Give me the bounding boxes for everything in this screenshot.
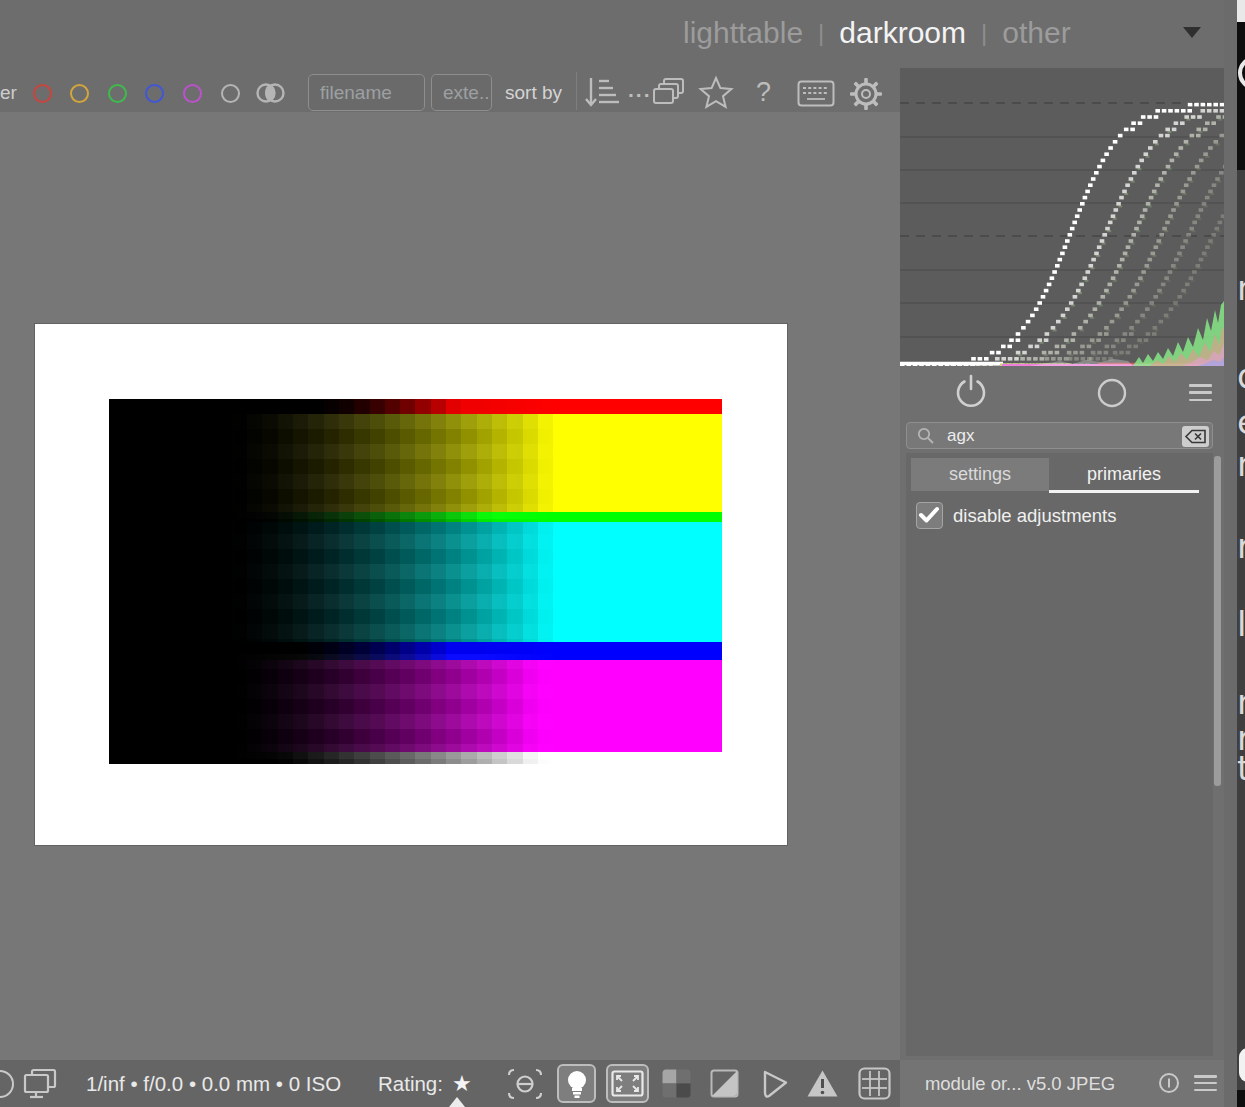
rating-label: Rating: <box>378 1072 443 1096</box>
rating-star-icon[interactable]: ★ <box>452 1071 472 1096</box>
bottom-bar-right: module or... v5.0 JPEG <box>900 1060 1224 1107</box>
bottom-menu-icon[interactable] <box>1194 1075 1217 1091</box>
lightbulb-icon <box>565 1069 589 1099</box>
filename-placeholder: filename <box>320 82 392 104</box>
views-dropdown-icon[interactable] <box>1183 27 1201 38</box>
star-overlay-icon[interactable] <box>698 75 734 111</box>
color-label-blue[interactable] <box>145 84 164 103</box>
panel-edge-column <box>1224 0 1237 1107</box>
checkmark-icon <box>917 503 941 527</box>
disable-adjustments-label: disable adjustments <box>953 505 1117 527</box>
edge-black-top <box>1237 22 1245 170</box>
cut-circle-icon <box>0 1070 14 1098</box>
chart-band-grayscale <box>109 752 722 764</box>
view-darkroom[interactable]: darkroom <box>839 16 966 50</box>
chart-band-green <box>109 512 722 522</box>
edge-letter-fragment: n <box>1237 682 1245 722</box>
test-chart <box>109 399 722 764</box>
color-label-purple[interactable] <box>183 84 202 103</box>
tab-primaries-label: primaries <box>1087 464 1161 485</box>
shortcuts-keyboard-icon[interactable] <box>797 80 835 107</box>
edge-blob <box>1239 1048 1245 1082</box>
overexposed-icon[interactable] <box>710 1069 739 1098</box>
module-search-box[interactable]: agx <box>906 422 1213 449</box>
search-value: agx <box>947 426 974 446</box>
iso12646-button[interactable] <box>557 1064 596 1103</box>
bottom-bar: 1/inf • f/0.0 • 0.0 mm • 0 ISO Rating: ★ <box>0 1060 1245 1107</box>
clear-search-button[interactable] <box>1182 426 1209 447</box>
edge-letter-fragment: r <box>1237 526 1245 566</box>
tab-primaries[interactable]: primaries <box>1049 458 1199 491</box>
second-window-icon[interactable] <box>22 1068 58 1100</box>
color-label-yellow[interactable] <box>70 84 89 103</box>
image-canvas[interactable] <box>35 324 787 845</box>
fit-to-screen-button[interactable] <box>606 1064 649 1103</box>
histogram-scope[interactable] <box>900 68 1224 366</box>
view-separator: | <box>981 19 987 47</box>
edge-letter-fragment: l <box>1237 604 1245 644</box>
view-lighttable[interactable]: lighttable <box>683 16 803 50</box>
preferences-gear-icon[interactable] <box>848 76 884 112</box>
power-icon[interactable] <box>952 373 990 411</box>
focus-peaking-icon[interactable] <box>506 1067 544 1101</box>
info-icon[interactable] <box>1158 1072 1180 1094</box>
tab-settings[interactable]: settings <box>911 458 1049 491</box>
toolbar-separator <box>576 72 577 110</box>
overflow-ellipsis-icon[interactable]: ... <box>628 78 652 102</box>
view-switcher: lighttable | darkroom | other <box>683 0 1071 66</box>
filename-filter-input[interactable]: filename <box>308 74 425 111</box>
exif-info: 1/inf • f/0.0 • 0.0 mm • 0 ISO <box>86 1060 341 1107</box>
zoom-fit-icon <box>611 1070 644 1097</box>
panel-scrollbar[interactable] <box>1214 456 1221 786</box>
chart-band-yellow <box>109 414 722 512</box>
edge-letter-fragment: e <box>1237 402 1245 442</box>
filter-label-cut: er <box>0 82 17 104</box>
chart-band-magenta <box>109 660 722 752</box>
chart-band-red <box>109 399 722 414</box>
edge-letter-fragment: d <box>1237 356 1245 396</box>
extension-placeholder: exte... <box>443 82 492 104</box>
extension-filter-input[interactable]: exte... <box>431 74 492 111</box>
circle-icon[interactable] <box>1096 377 1128 409</box>
darktable-window: lighttable | darkroom | other er filenam… <box>0 0 1245 1107</box>
raw-overexposed-icon[interactable] <box>662 1069 691 1098</box>
screen-edge-strip: ndenrlnrt <box>1237 0 1245 1107</box>
disable-adjustments-checkbox[interactable] <box>916 502 943 529</box>
edge-fragment <box>1237 0 1245 22</box>
sort-by-label: sort by <box>505 82 562 104</box>
presets-menu-icon[interactable] <box>1189 384 1212 401</box>
color-label-green[interactable] <box>108 84 127 103</box>
chart-band-cyan <box>109 522 722 642</box>
guides-overlay-icon[interactable] <box>858 1067 891 1100</box>
color-label-gray[interactable] <box>221 84 240 103</box>
view-other[interactable]: other <box>1002 16 1070 50</box>
edge-letter-fragment: n <box>1237 268 1245 308</box>
grouping-icon[interactable] <box>652 77 686 110</box>
tab-settings-label: settings <box>949 464 1011 485</box>
filmstrip-expander-arrow[interactable] <box>449 1097 465 1107</box>
color-label-red[interactable] <box>33 84 52 103</box>
softproof-icon[interactable] <box>760 1068 790 1099</box>
module-panel: settings primaries disable adjustments <box>906 453 1213 1056</box>
gamut-check-icon[interactable] <box>806 1069 839 1098</box>
edge-black-bottom <box>1237 1090 1245 1107</box>
help-icon[interactable]: ? <box>756 77 771 108</box>
edge-letter-fragment: t <box>1237 748 1245 788</box>
view-separator: | <box>818 19 824 47</box>
chart-band-blue <box>109 642 722 660</box>
color-label-pair-icon[interactable] <box>254 81 290 105</box>
histogram-svg <box>900 68 1224 366</box>
right-panel: agx settings primaries disable adjustme <box>900 68 1224 1060</box>
search-icon <box>915 426 937 446</box>
active-tab-underline <box>1049 490 1199 493</box>
module-order-info: module or... v5.0 JPEG <box>906 1060 1134 1107</box>
edge-letter-fragment: n <box>1237 444 1245 484</box>
sort-order-icon[interactable] <box>585 74 619 112</box>
